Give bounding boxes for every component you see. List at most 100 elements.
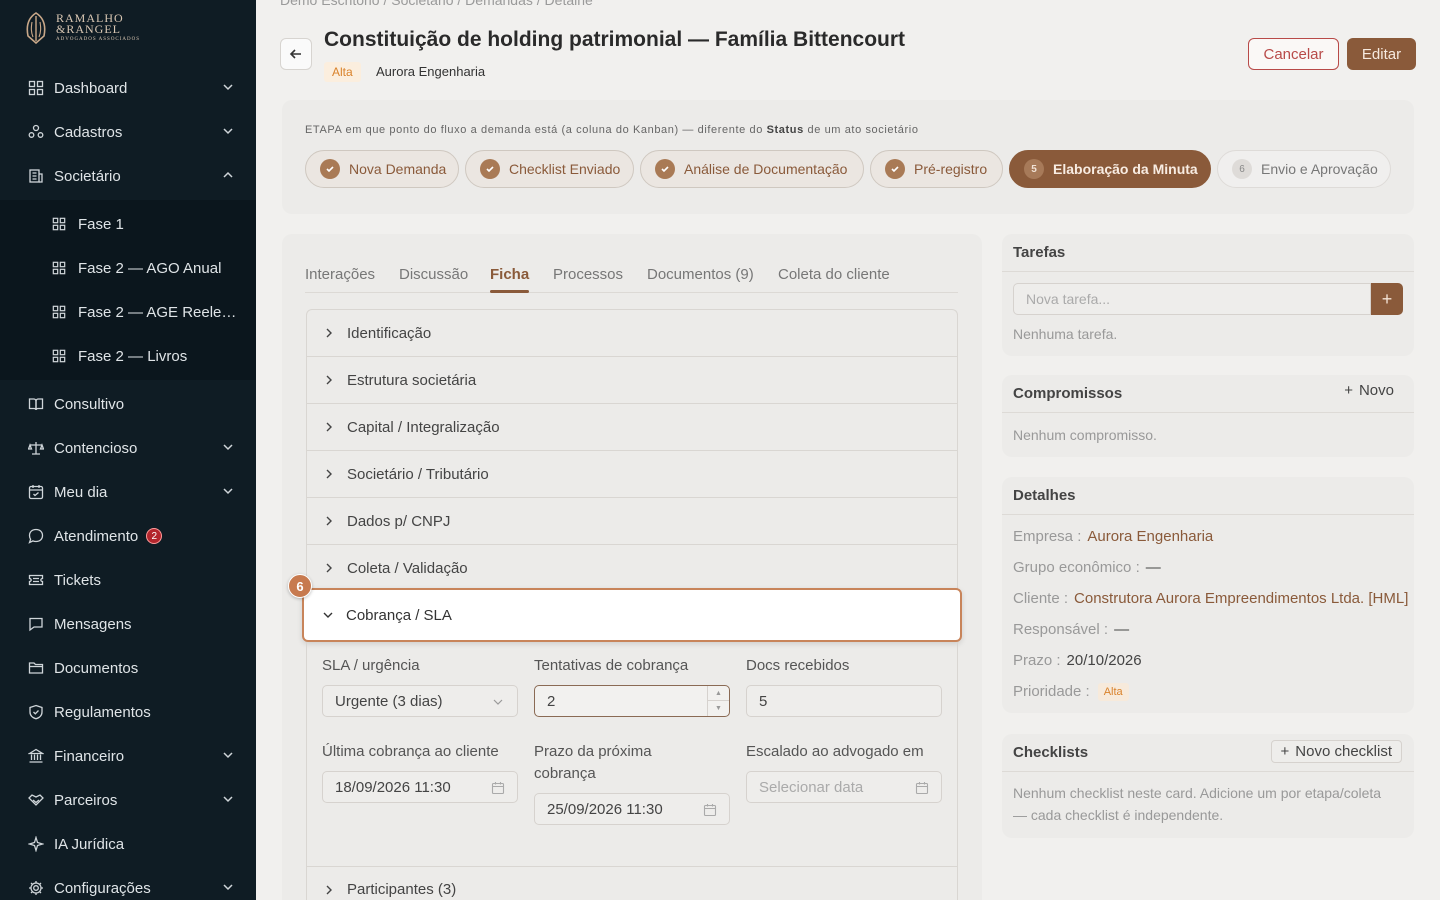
stage-checklist-enviado[interactable]: Checklist Enviado [465, 150, 634, 188]
section-coleta-validacao[interactable]: Coleta / Validação [306, 544, 958, 591]
tab-processos[interactable]: Processos [553, 266, 623, 283]
number-stepper[interactable]: ▲ ▼ [707, 686, 729, 716]
chevron-down-icon [223, 884, 233, 891]
detail-empresa: Empresa : Aurora Engenharia [1013, 528, 1213, 545]
sparkle-icon [28, 836, 44, 852]
detail-responsavel: Responsável : — [1013, 621, 1129, 638]
detail-cliente: Cliente : Construtora Aurora Empreendimen… [1013, 590, 1408, 607]
stage-note-suffix: de um ato societário [803, 124, 919, 136]
button-label: Novo [1358, 382, 1394, 399]
check-icon [655, 159, 675, 179]
stepper-up-icon[interactable]: ▲ [708, 686, 729, 701]
sla-select[interactable]: Urgente (3 dias) [322, 685, 518, 717]
sidebar-item-societario[interactable]: Societário [0, 154, 256, 198]
chevron-down-icon [223, 128, 233, 135]
sidebar-subitem-fase2-livros[interactable]: Fase 2 — Livros [0, 334, 256, 378]
sidebar-item-regulamentos[interactable]: Regulamentos [0, 690, 256, 734]
tentativas-input[interactable]: 2 ▲ ▼ [534, 685, 730, 717]
card-title: Tarefas [1013, 244, 1066, 261]
stepper-down-icon[interactable]: ▼ [708, 701, 729, 716]
section-identificacao[interactable]: Identificação [306, 309, 958, 356]
plus-icon: + [1344, 382, 1353, 399]
new-compromisso-button[interactable]: + Novo [1344, 382, 1394, 399]
stage-label: Análise de Documentação [684, 161, 848, 177]
compromissos-card: Compromissos + Novo [1002, 375, 1414, 457]
new-checklist-button[interactable]: + Novo checklist [1270, 740, 1402, 763]
sidebar-item-configuracoes[interactable]: Configurações [0, 866, 256, 900]
add-task-button[interactable]: + [1371, 283, 1403, 315]
section-participantes[interactable]: Participantes (3) [306, 866, 958, 900]
calendar-icon [703, 804, 717, 817]
escalado-input[interactable]: Selecionar data [746, 771, 942, 803]
back-button[interactable] [280, 38, 312, 70]
priority-badge: Alta [324, 62, 361, 82]
sidebar-item-atendimento[interactable]: Atendimento 2 [0, 514, 256, 558]
detail-prazo: Prazo : 20/10/2026 [1013, 652, 1142, 669]
new-task-input[interactable]: Nova tarefa... [1013, 283, 1371, 315]
tarefas-empty: Nenhuma tarefa. [1013, 326, 1118, 342]
stage-elaboracao-minuta[interactable]: 5 Elaboração da Minuta [1009, 150, 1211, 188]
sidebar-item-parceiros[interactable]: Parceiros [0, 778, 256, 822]
sla-label: SLA / urgência [322, 657, 420, 674]
ultima-cobranca-input[interactable]: 18/09/2026 11:30 [322, 771, 518, 803]
section-capital[interactable]: Capital / Integralização [306, 403, 958, 450]
sidebar-item-mensagens[interactable]: Mensagens [0, 602, 256, 646]
stage-nova-demanda[interactable]: Nova Demanda [305, 150, 459, 188]
sidebar-item-consultivo[interactable]: Consultivo [0, 382, 256, 426]
sidebar-item-label: Mensagens [54, 615, 132, 633]
tab-coleta-cliente[interactable]: Coleta do cliente [778, 266, 890, 283]
stage-pre-registro[interactable]: Pré-registro [870, 150, 1003, 188]
sidebar-item-ia-juridica[interactable]: IA Jurídica [0, 822, 256, 866]
detail-value[interactable]: Aurora Engenharia [1087, 528, 1213, 545]
detail-label: Empresa : [1013, 528, 1082, 545]
sidebar-item-label: Parceiros [54, 791, 118, 809]
bank-icon [28, 748, 44, 763]
edit-button[interactable]: Editar [1347, 38, 1416, 70]
sidebar-item-dashboard[interactable]: Dashboard [0, 66, 256, 110]
message-icon [29, 617, 43, 632]
cancel-button[interactable]: Cancelar [1248, 38, 1339, 70]
societario-submenu: Fase 1 Fase 2 — AGO Anual Fase 2 — AGE R… [0, 200, 256, 380]
tab-documentos[interactable]: Documentos (9) [647, 266, 754, 283]
brand-logo[interactable]: RAMALHO &RANGEL ADVOGADOS ASSOCIADOS [24, 12, 140, 44]
tab-interacoes[interactable]: Interações [305, 266, 375, 283]
sidebar-item-tickets[interactable]: Tickets [0, 558, 256, 602]
grid-icon [52, 261, 66, 275]
prazo-proxima-label: Prazo da próxima cobrança [534, 743, 652, 782]
sidebar-subitem-fase1[interactable]: Fase 1 [0, 202, 256, 246]
ultima-cobranca-value: 18/09/2026 11:30 [335, 778, 451, 796]
detail-value[interactable]: Construtora Aurora Empreendimentos Ltda.… [1074, 590, 1408, 607]
check-icon [885, 159, 905, 179]
sidebar-item-label: Societário [54, 167, 121, 185]
docs-input[interactable]: 5 [746, 685, 942, 717]
stage-analise-documentacao[interactable]: Análise de Documentação [640, 150, 864, 188]
sidebar-item-financeiro[interactable]: Financeiro [0, 734, 256, 778]
button-label: Novo checklist [1295, 743, 1392, 760]
section-title: Participantes (3) [347, 881, 457, 898]
detail-label: Responsável : [1013, 621, 1109, 638]
stage-envio-aprovacao[interactable]: 6 Envio e Aprovação [1217, 150, 1391, 188]
sidebar-subitem-label: Fase 2 — Livros [78, 347, 188, 365]
step-number-badge: 6 [288, 574, 312, 598]
detail-label: Prazo : [1013, 652, 1061, 669]
sidebar-item-documentos[interactable]: Documentos [0, 646, 256, 690]
breadcrumb[interactable]: Demo Escritório / Societário / Demandas … [280, 0, 593, 8]
section-cobranca-sla[interactable]: Cobrança / SLA [302, 588, 962, 642]
tab-discussao[interactable]: Discussão [399, 266, 468, 283]
section-estrutura-societaria[interactable]: Estrutura societária [306, 356, 958, 403]
section-societario-tributario[interactable]: Societário / Tributário [306, 450, 958, 497]
company-name: Aurora Engenharia [376, 64, 486, 79]
escalado-label: Escalado ao advogado em [746, 743, 924, 760]
prazo-proxima-input[interactable]: 25/09/2026 11:30 [534, 793, 730, 825]
tab-ficha[interactable]: Ficha [490, 266, 529, 283]
detail-grupo: Grupo econômico : — [1013, 559, 1161, 576]
sidebar-subitem-fase2-ago[interactable]: Fase 2 — AGO Anual [0, 246, 256, 290]
priority-badge: Alta [1097, 683, 1129, 702]
sidebar-subitem-fase2-age[interactable]: Fase 2 — AGE Reeleição [0, 290, 256, 334]
tarefas-header: Tarefas [1002, 234, 1414, 272]
section-dados-cnpj[interactable]: Dados p/ CNPJ [306, 497, 958, 544]
sidebar-item-contencioso[interactable]: Contencioso [0, 426, 256, 470]
sidebar-item-meu-dia[interactable]: Meu dia [0, 470, 256, 514]
sidebar-item-cadastros[interactable]: Cadastros [0, 110, 256, 154]
calendar-icon [491, 782, 505, 795]
